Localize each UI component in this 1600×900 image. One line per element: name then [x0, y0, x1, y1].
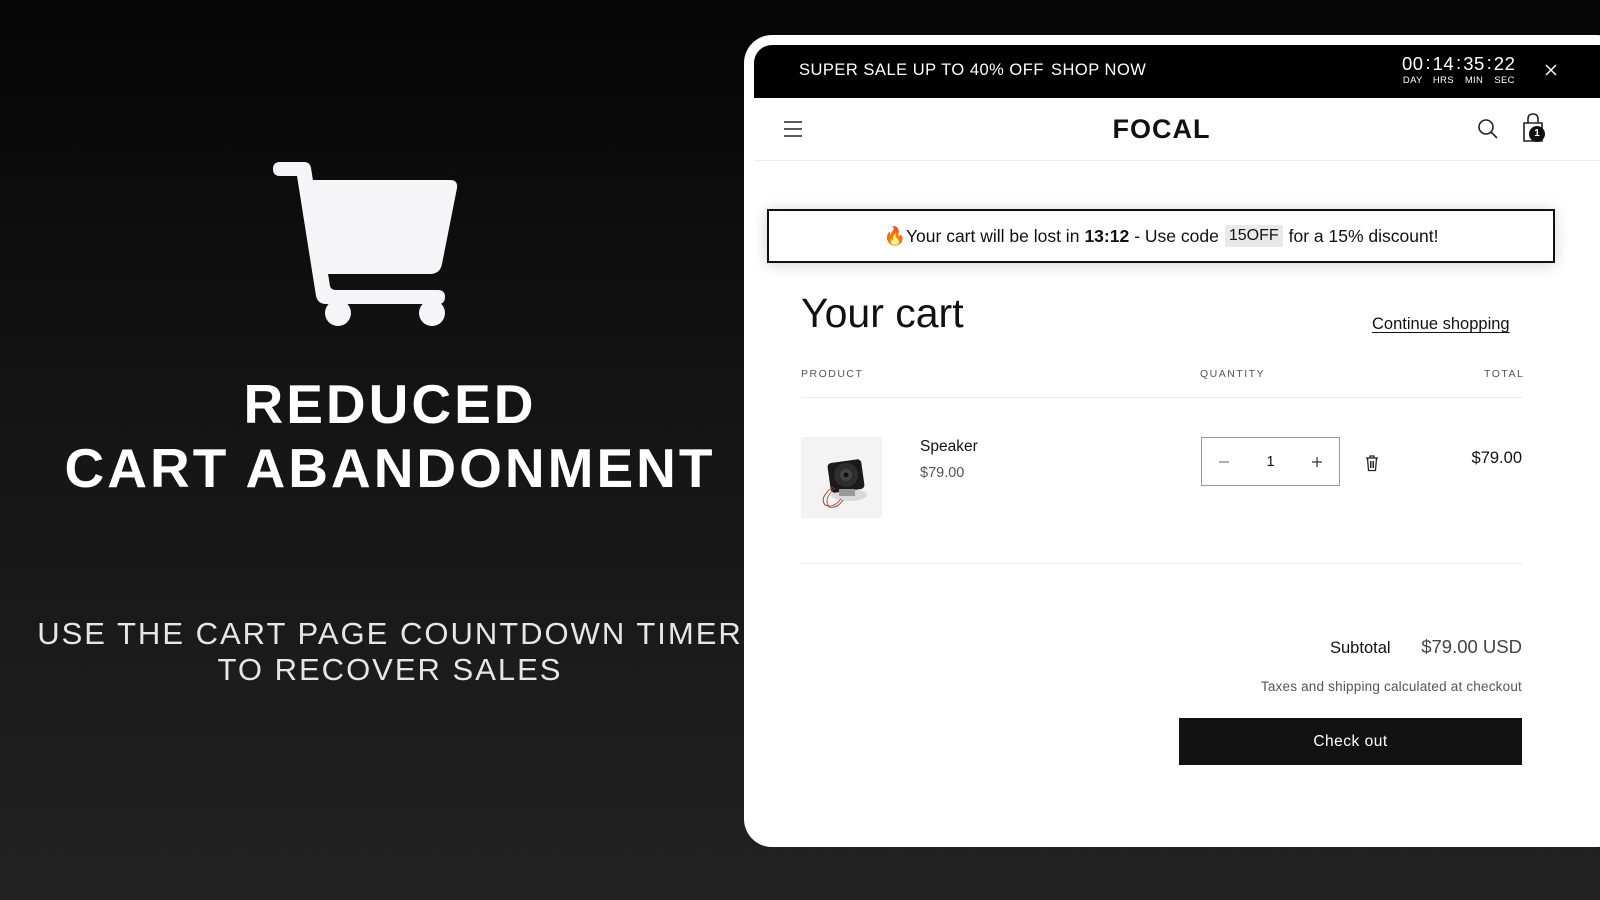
announcement-bar: SUPER SALE UP TO 40% OFF SHOP NOW 00 DAY…: [754, 45, 1600, 98]
plus-icon: [1312, 456, 1322, 467]
banner-text-after: for a 15% discount!: [1288, 225, 1439, 246]
item-name[interactable]: Speaker: [920, 438, 978, 456]
quantity-input[interactable]: [1250, 453, 1291, 470]
countdown-timer: 00 DAY : 14 HRS : 35 MIN : 22 SEC: [1402, 54, 1515, 87]
continue-shopping-link[interactable]: Continue shopping: [1372, 315, 1510, 334]
checkout-button[interactable]: Check out: [1179, 718, 1522, 765]
tax-note: Taxes and shipping calculated at checkou…: [1260, 679, 1522, 694]
promo-title-line: REDUCED: [243, 373, 537, 435]
store-logo[interactable]: FOCAL: [1074, 114, 1249, 145]
cart-timer-banner: 🔥 Your cart will be lost in 13:12 - Use …: [767, 209, 1555, 263]
discount-code[interactable]: 15OFF: [1224, 225, 1283, 247]
increase-quantity-button[interactable]: [1307, 452, 1327, 472]
countdown-label: DAY: [1402, 75, 1423, 86]
countdown-separator: :: [1486, 53, 1492, 73]
column-header-total: TOTAL: [1484, 368, 1525, 380]
cart-count-badge: 1: [1529, 126, 1545, 142]
countdown-minutes: 35 MIN: [1463, 54, 1485, 87]
item-price: $79.00: [920, 465, 965, 481]
page-title: Your cart: [801, 290, 964, 336]
subtotal-value: $79.00 USD: [1421, 636, 1522, 657]
countdown-label: SEC: [1494, 75, 1515, 86]
shop-now-link[interactable]: SHOP NOW: [1051, 61, 1146, 80]
divider: [801, 397, 1522, 398]
banner-text-before: Your cart will be lost in: [905, 225, 1080, 246]
banner-text-middle: - Use code: [1134, 225, 1219, 246]
countdown-separator: :: [1456, 53, 1462, 73]
item-total: $79.00: [1471, 449, 1522, 467]
column-header-quantity: QUANTITY: [1200, 368, 1266, 380]
countdown-value: 14: [1432, 53, 1455, 74]
store-header: FOCAL 1: [754, 98, 1600, 161]
countdown-label: MIN: [1464, 75, 1484, 86]
promo-title: REDUCED CART ABANDONMENT: [0, 372, 780, 500]
countdown-value: 00: [1402, 53, 1424, 74]
announcement-text: SUPER SALE UP TO 40% OFF: [799, 61, 1044, 79]
countdown-value: 22: [1493, 53, 1516, 74]
countdown-hours: 14 HRS: [1433, 54, 1455, 87]
subtotal-label: Subtotal: [1330, 639, 1391, 657]
promo-panel: REDUCED CART ABANDONMENT USE THE CART PA…: [0, 0, 780, 900]
column-header-product: PRODUCT: [801, 368, 864, 380]
fire-icon: 🔥: [883, 225, 906, 246]
countdown-separator: :: [1425, 53, 1431, 73]
trash-icon[interactable]: [1364, 454, 1380, 472]
countdown-seconds: 22 SEC: [1494, 54, 1516, 87]
minus-icon: [1219, 460, 1229, 463]
promo-subtitle-line: USE THE CART PAGE COUNTDOWN TIMER: [37, 616, 743, 651]
hamburger-menu-icon[interactable]: [783, 119, 803, 139]
decrease-quantity-button[interactable]: [1214, 452, 1234, 472]
search-icon[interactable]: [1477, 118, 1499, 140]
close-icon[interactable]: [1541, 60, 1561, 80]
shopping-cart-icon: [273, 162, 458, 326]
countdown-value: 35: [1463, 53, 1485, 74]
quantity-stepper: [1201, 437, 1340, 486]
countdown-days: 00 DAY: [1402, 54, 1424, 87]
countdown-label: HRS: [1432, 75, 1454, 86]
promo-subtitle: USE THE CART PAGE COUNTDOWN TIMER TO REC…: [0, 616, 780, 688]
promo-subtitle-line: TO RECOVER SALES: [217, 652, 563, 687]
speaker-product-image[interactable]: [801, 437, 882, 518]
store-screen: SUPER SALE UP TO 40% OFF SHOP NOW 00 DAY…: [754, 45, 1600, 847]
promo-title-line: CART ABANDONMENT: [64, 437, 716, 499]
banner-time: 13:12: [1084, 225, 1130, 246]
divider: [801, 563, 1522, 564]
device-frame: SUPER SALE UP TO 40% OFF SHOP NOW 00 DAY…: [744, 35, 1600, 847]
